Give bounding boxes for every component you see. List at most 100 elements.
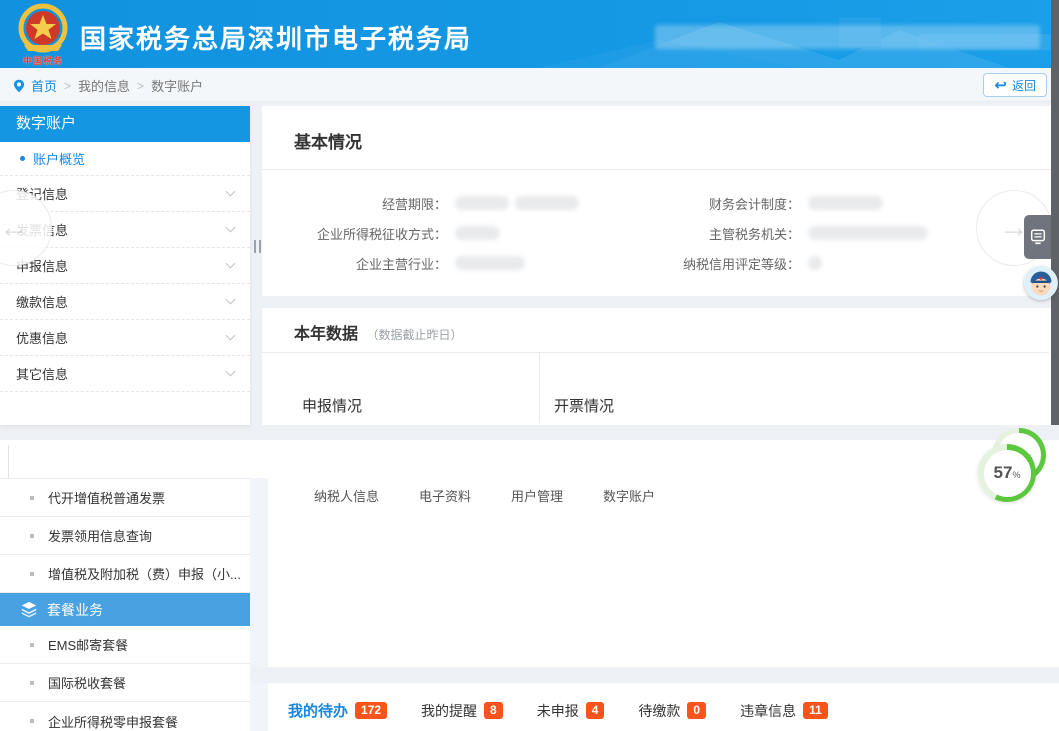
reader-widget-tab[interactable] [1024, 215, 1051, 259]
field-label-business-term: 经营期限： [262, 194, 447, 213]
sidebar-item-other-info[interactable]: 其它信息 [0, 356, 250, 392]
count-badge: 4 [586, 702, 605, 719]
digital-account-menu: 数字账户 账户概览 登记信息 发票信息 申报信息 缴款信息 优惠信息 其它信息 [0, 106, 250, 425]
menu-item-label: 代开增值税普通发票 [48, 488, 165, 507]
redacted-value [455, 256, 525, 270]
todo-tabs: 我的待办 172 我的提醒 8 未申报 4 待缴款 0 违章信息 11 [268, 690, 1059, 731]
field-label-cit-collection-method: 企业所得税征收方式： [262, 224, 447, 243]
count-badge: 0 [687, 702, 706, 719]
year-data-title: 本年数据 [294, 326, 358, 343]
nav-digital-account[interactable]: 数字账户 [603, 486, 655, 505]
menu-item-label: EMS邮寄套餐 [48, 635, 128, 654]
redacted-value [455, 196, 509, 210]
nav-electronic-materials[interactable]: 电子资料 [419, 486, 471, 505]
tab-label: 违章信息 [740, 701, 796, 721]
chevron-down-icon [226, 295, 236, 305]
sidebar-item-label: 其它信息 [16, 364, 68, 383]
tab-label: 我的待办 [288, 700, 348, 721]
menu-item-cit-declaration-package[interactable]: 企业所得税零申报套餐 [0, 702, 250, 731]
sidebar-item-label: 优惠信息 [16, 328, 68, 347]
menu-title: 数字账户 [0, 106, 250, 142]
progress-unit: % [1012, 470, 1020, 480]
year-data-note: （数据截止昨日） [366, 328, 462, 342]
tab-violation-info[interactable]: 违章信息 11 [740, 701, 828, 721]
field-label-credit-rating: 纳税信用评定等级： [625, 254, 800, 273]
bullet-square-icon [30, 681, 34, 685]
tab-label: 待缴款 [638, 701, 680, 721]
basic-info-title: 基本情况 [294, 133, 362, 152]
return-arrow-icon: ↩ [994, 78, 1007, 93]
tab-undeclared[interactable]: 未申报 4 [537, 701, 605, 721]
reader-book-icon [1029, 227, 1047, 247]
field-value-main-industry [447, 256, 625, 270]
tab-my-todo[interactable]: 我的待办 172 [288, 700, 387, 721]
field-label-accounting-system: 财务会计制度： [625, 194, 800, 213]
bullet-square-icon [30, 719, 34, 723]
tab-invoicing-status[interactable]: 开票情况 [540, 353, 614, 423]
services-menu: 代开增值税普通发票 发票领用信息查询 增值税及附加税（费）申报（小... 套餐业… [0, 478, 250, 731]
breadcrumb-bar: 首页 > 我的信息 > 数字账户 ↩ 返回 [0, 68, 1059, 102]
chevron-down-icon [226, 259, 236, 269]
sidebar-item-payment-info[interactable]: 缴款信息 [0, 284, 250, 320]
logo-caption: 中国税务 [10, 54, 76, 67]
bullet-square-icon [30, 643, 34, 647]
chevron-down-icon [226, 223, 236, 233]
count-badge: 8 [484, 702, 503, 719]
menu-item-label: 发票领用信息查询 [48, 526, 152, 545]
chevron-down-icon [226, 187, 236, 197]
tab-declaration-status[interactable]: 申报情况 [262, 353, 540, 423]
breadcrumb-my-info[interactable]: 我的信息 [78, 76, 130, 95]
panel-gap [250, 478, 268, 731]
bullet-square-icon [30, 496, 34, 500]
sidebar-item-label: 账户概览 [33, 149, 85, 168]
arrow-left-icon: ← [0, 211, 29, 245]
active-bullet-icon [20, 156, 25, 161]
menu-item-vat-surcharge-declaration[interactable]: 增值税及附加税（费）申报（小... [0, 555, 250, 593]
redacted-value [455, 226, 500, 240]
redacted-user-info [655, 25, 1040, 49]
location-pin-icon [12, 78, 26, 94]
sidebar-item-label: 缴款信息 [16, 292, 68, 311]
panel-edge-line [8, 445, 9, 478]
menu-item-label: 增值税及附加税（费）申报（小... [48, 564, 241, 583]
menu-item-label: 企业所得税零申报套餐 [48, 712, 178, 731]
menu-item-issue-vat-invoice[interactable]: 代开增值税普通发票 [0, 479, 250, 517]
sidebar-item-account-overview[interactable]: 账户概览 [0, 142, 250, 176]
section-divider-band [250, 667, 1059, 683]
redacted-value [808, 196, 883, 210]
menu-item-international-tax-package[interactable]: 国际税收套餐 [0, 664, 250, 702]
profile-nav: 纳税人信息 电子资料 用户管理 数字账户 [268, 482, 1059, 508]
menu-item-ems-package[interactable]: EMS邮寄套餐 [0, 626, 250, 664]
assistant-mascot-avatar[interactable] [1024, 266, 1058, 300]
breadcrumb-home-link[interactable]: 首页 [31, 76, 57, 95]
breadcrumb-separator: > [64, 79, 71, 93]
tab-label: 我的提醒 [421, 701, 477, 721]
breadcrumb-separator: > [137, 79, 144, 93]
nav-user-management[interactable]: 用户管理 [511, 486, 563, 505]
progress-ring: 57% [978, 444, 1036, 502]
page-title: 国家税务总局深圳市电子税务局 [80, 19, 472, 56]
bullet-square-icon [30, 572, 34, 576]
menu-group-label: 套餐业务 [47, 600, 103, 620]
tab-pending-payment[interactable]: 待缴款 0 [638, 701, 706, 721]
layers-icon [20, 600, 38, 619]
back-button-label: 返回 [1012, 77, 1036, 94]
breadcrumb: 首页 > 我的信息 > 数字账户 [12, 76, 203, 95]
breadcrumb-current: 数字账户 [151, 76, 203, 95]
back-button[interactable]: ↩ 返回 [983, 73, 1047, 97]
tab-my-reminders[interactable]: 我的提醒 8 [421, 701, 503, 721]
chevron-down-icon [226, 367, 236, 377]
year-data-panel: 本年数据 （数据截止昨日） 申报情况 开票情况 [262, 308, 1051, 425]
tab-label: 未申报 [537, 701, 579, 721]
menu-item-invoice-collection-query[interactable]: 发票领用信息查询 [0, 517, 250, 555]
redacted-value [515, 196, 579, 210]
sidebar-item-preference-info[interactable]: 优惠信息 [0, 320, 250, 356]
redacted-value [808, 256, 822, 270]
nav-taxpayer-info[interactable]: 纳税人信息 [314, 486, 379, 505]
field-label-main-industry: 企业主营行业： [262, 254, 447, 273]
field-value-business-term [447, 196, 625, 210]
menu-group-package-business[interactable]: 套餐业务 [0, 593, 250, 626]
right-side-strip [1051, 0, 1059, 425]
field-label-tax-authority: 主管税务机关： [625, 224, 800, 243]
count-badge: 11 [803, 702, 828, 719]
